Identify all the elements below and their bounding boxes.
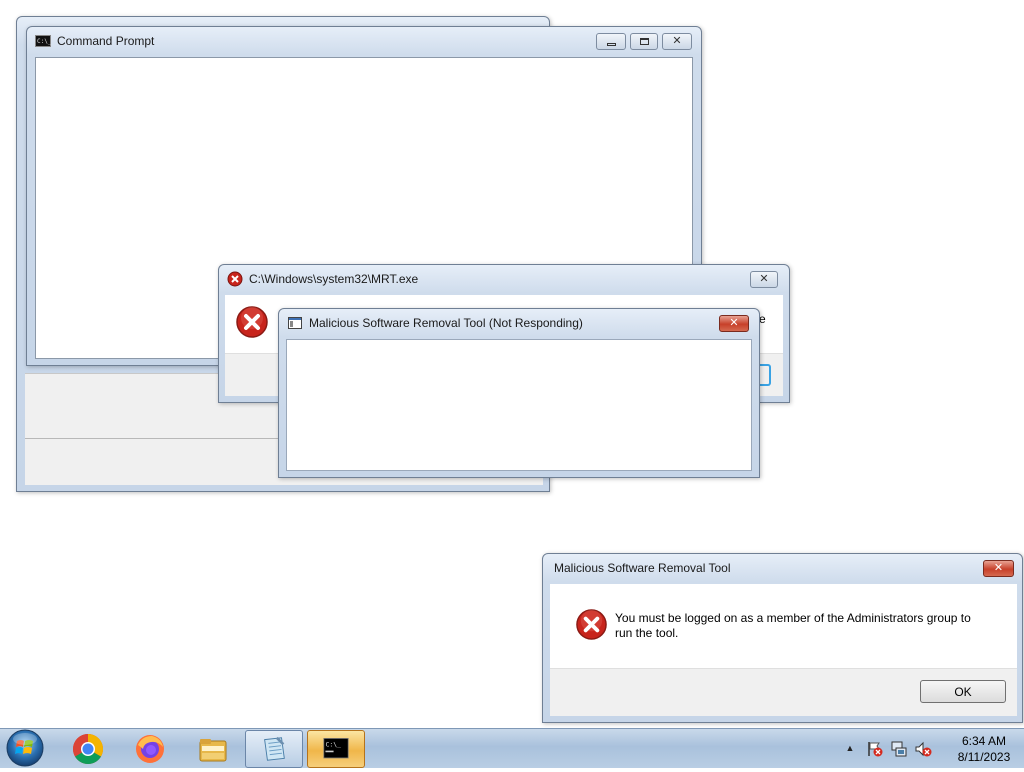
mrt-exe-title: C:\Windows\system32\MRT.exe <box>249 272 419 286</box>
mrt-admin-dialog-title: Malicious Software Removal Tool <box>554 561 731 575</box>
taskbar-chrome[interactable] <box>59 730 117 768</box>
mrt-not-responding-titlebar[interactable]: Malicious Software Removal Tool (Not Res… <box>279 309 759 337</box>
mrt-exe-partial-text: e <box>759 312 766 326</box>
chevron-up-icon: ▲ <box>845 743 855 753</box>
close-icon: ✕ <box>993 562 1004 574</box>
close-button[interactable]: ✕ <box>983 560 1014 577</box>
message-line-1: You must be logged on as a member of the… <box>615 611 971 625</box>
mrt-not-responding-title: Malicious Software Removal Tool (Not Res… <box>309 316 583 330</box>
application-icon <box>288 317 302 329</box>
close-button[interactable]: ✕ <box>662 33 692 50</box>
notepad-icon <box>264 736 285 761</box>
start-button[interactable] <box>2 723 48 769</box>
chrome-icon <box>72 734 104 765</box>
close-button[interactable]: ✕ <box>719 315 749 332</box>
minimize-button[interactable] <box>596 33 626 50</box>
svg-text:C:\_: C:\_ <box>37 38 51 45</box>
tray-action-center[interactable] <box>866 740 884 758</box>
mrt-admin-dialog[interactable]: Malicious Software Removal Tool ✕ You mu… <box>542 553 1023 723</box>
command-prompt-title: Command Prompt <box>57 34 155 48</box>
clock-time: 6:34 AM <box>961 734 1007 748</box>
show-hidden-icons-button[interactable]: ▲ <box>843 741 857 755</box>
taskbar-firefox[interactable] <box>121 730 179 768</box>
restore-icon <box>639 38 649 45</box>
tray-network[interactable] <box>890 740 908 758</box>
tray-volume[interactable] <box>914 740 932 758</box>
mrt-admin-dialog-message: You must be logged on as a member of the… <box>615 611 1005 641</box>
mrt-admin-dialog-content: You must be logged on as a member of the… <box>550 584 1017 716</box>
error-icon <box>236 306 268 338</box>
taskbar-file-explorer[interactable] <box>184 730 242 768</box>
mrt-admin-dialog-footer: OK <box>550 668 1017 716</box>
network-icon <box>891 741 907 757</box>
mrt-not-responding-window[interactable]: Malicious Software Removal Tool (Not Res… <box>278 308 760 478</box>
message-line-2: run the tool. <box>615 626 679 640</box>
mrt-exe-titlebar[interactable]: C:\Windows\system32\MRT.exe <box>219 265 789 293</box>
command-prompt-icon: C:\_ <box>323 738 349 759</box>
close-icon: ✕ <box>672 35 682 47</box>
close-icon: ✕ <box>759 273 769 285</box>
volume-muted-icon <box>915 741 932 757</box>
close-icon: ✕ <box>729 317 739 329</box>
taskbar-clock[interactable]: 6:34 AM 8/11/2023 <box>954 733 1014 765</box>
taskbar-notepad[interactable] <box>245 730 303 768</box>
mrt-not-responding-content <box>286 339 752 471</box>
taskbar-command-prompt[interactable]: C:\_ <box>307 730 365 768</box>
firefox-icon <box>136 735 164 763</box>
close-button[interactable]: ✕ <box>750 271 778 288</box>
mrt-admin-dialog-titlebar[interactable]: Malicious Software Removal Tool <box>543 554 1022 582</box>
clock-date: 8/11/2023 <box>957 750 1011 764</box>
error-icon <box>576 609 607 640</box>
folder-icon <box>199 739 227 762</box>
windows-start-icon <box>6 729 44 767</box>
svg-text:C:\_: C:\_ <box>325 741 341 749</box>
minimize-icon <box>606 42 616 46</box>
error-icon <box>227 271 243 287</box>
ok-button[interactable]: OK <box>920 680 1006 703</box>
command-prompt-icon: C:\_ <box>35 35 51 47</box>
action-center-flag-icon <box>868 742 883 757</box>
maximize-button[interactable] <box>630 33 658 50</box>
taskbar: C:\_ ▲ 6:34 AM 8/11/2023 <box>0 728 1024 768</box>
